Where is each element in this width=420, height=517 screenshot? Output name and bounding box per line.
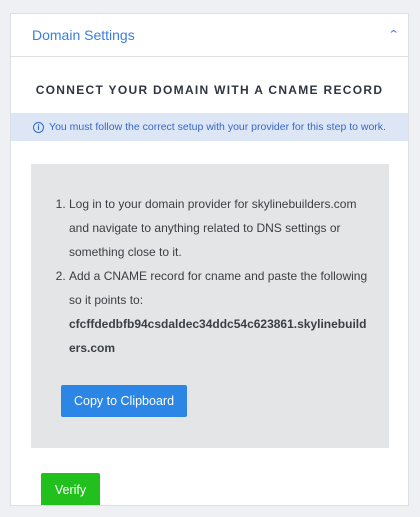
info-text: You must follow the correct setup with y… [49,121,386,133]
verify-button[interactable]: Verify [41,473,100,505]
step-item: Add a CNAME record for cname and paste t… [69,264,369,360]
chevron-up-icon[interactable]: ⌃ [387,29,399,41]
section-heading: CONNECT YOUR DOMAIN WITH A CNAME RECORD [35,83,384,97]
domain-settings-panel: Domain Settings ⌃ CONNECT YOUR DOMAIN WI… [10,13,409,506]
steps-list: Log in to your domain provider for skyli… [49,192,369,360]
instructions-box: Log in to your domain provider for skyli… [31,164,389,448]
step-text: Add a CNAME record for cname and paste t… [69,269,368,307]
cname-value: cfcffdedbfb94csdaldec34ddc54c623861.skyl… [69,317,367,355]
info-banner: i You must follow the correct setup with… [11,113,408,141]
step-item: Log in to your domain provider for skyli… [69,192,369,264]
panel-title: Domain Settings [32,27,135,43]
panel-header[interactable]: Domain Settings ⌃ [11,14,408,57]
copy-to-clipboard-button[interactable]: Copy to Clipboard [61,385,187,417]
step-text: Log in to your domain provider for skyli… [69,197,357,259]
info-icon: i [33,121,45,133]
